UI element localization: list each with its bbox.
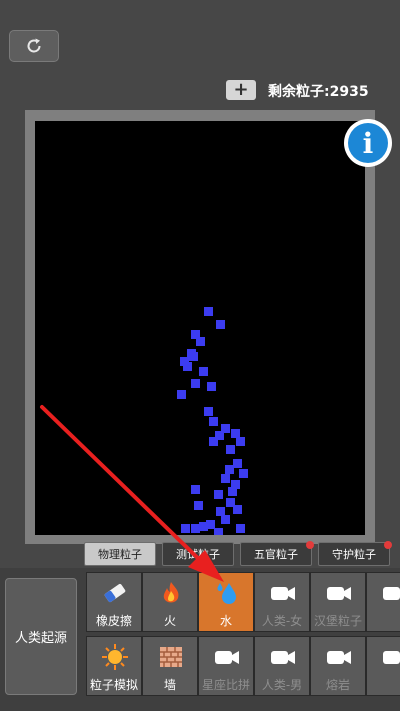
water-particle [216,507,225,516]
water-particle [225,465,234,474]
water-particle [207,382,216,391]
item-human-female[interactable]: 人类-女 [254,572,310,632]
item-label: 粒子模拟 [89,678,138,692]
water-particle [214,490,223,499]
item-label: 汉堡粒子 [313,614,362,628]
water-particle [221,515,230,524]
spark-icon [101,643,129,671]
water-particle [177,390,186,399]
item-label: 墙 [163,678,176,692]
brick-wall-icon [157,643,185,671]
item-human-male[interactable]: 人类-男 [254,636,310,696]
water-particle [191,524,200,533]
tab-test-particles[interactable]: 测试粒子 [162,542,234,566]
item-partial-overflow[interactable] [366,636,400,696]
video-icon [381,643,400,671]
water-particle [236,524,245,533]
item-lava[interactable]: 熔岩 [310,636,366,696]
video-icon [269,643,297,671]
tab-facial-particles[interactable]: 五官粒子 [240,541,314,566]
water-particle [216,320,225,329]
item-label: 熔岩 [325,678,350,692]
tab-guardian-particles[interactable]: 守护粒子 [318,541,392,566]
water-particle [209,437,218,446]
human-origin-label: 人类起源 [14,631,67,646]
water-particle [233,459,242,468]
item-label: 人类-男 [261,678,303,692]
info-icon: i [348,123,388,163]
water-particle [228,487,237,496]
item-label: 水 [219,614,232,628]
item-fire[interactable]: 火 [142,572,198,632]
item-label: 人类-女 [261,614,303,628]
particle-item-grid: 橡皮擦 火 水 人类-女 汉堡粒子 粒子模拟 墙 星座比拼 人类-男 熔岩 [84,570,400,705]
water-particle [231,429,240,438]
water-particle [194,501,203,510]
item-particle-simulation[interactable]: 粒子模拟 [86,636,142,696]
tab-label: 物理粒子 [98,548,142,561]
video-icon [325,643,353,671]
item-water[interactable]: 水 [198,572,254,632]
item-eraser[interactable]: 橡皮擦 [86,572,142,632]
water-particle [209,417,218,426]
fire-icon [157,579,185,607]
item-label: 星座比拼 [201,678,250,692]
item-label: 橡皮擦 [95,614,132,628]
refresh-icon [27,38,41,53]
info-button[interactable]: i [344,119,392,167]
water-particle [239,469,248,478]
water-particle [181,524,190,533]
video-icon [269,579,297,607]
water-particle [191,379,200,388]
item-partial-overflow[interactable] [366,572,400,632]
eraser-icon [101,579,129,607]
item-constellation-contest[interactable]: 星座比拼 [198,636,254,696]
tab-label: 守护粒子 [332,548,376,561]
water-particle [191,485,200,494]
water-particle [196,337,205,346]
notification-badge [384,541,392,549]
item-wall[interactable]: 墙 [142,636,198,696]
sandbox-canvas[interactable] [35,121,365,535]
water-particle [189,352,198,361]
water-particle [226,445,235,454]
remaining-particles-counter: 剩余粒子:2935 [268,84,369,100]
tab-label: 五官粒子 [254,548,298,561]
water-particle [204,407,213,416]
water-drop-icon [213,579,241,607]
video-icon [381,579,400,607]
item-burger-particles[interactable]: 汉堡粒子 [310,572,366,632]
category-tabs: 物理粒子 测试粒子 五官粒子 守护粒子 [82,541,400,568]
item-label: 火 [163,614,176,628]
water-particle [199,522,208,531]
tab-label: 测试粒子 [176,548,220,561]
notification-badge [306,541,314,549]
video-icon [325,579,353,607]
tab-physics-particles[interactable]: 物理粒子 [84,542,156,566]
water-particle [183,362,192,371]
water-particle [204,307,213,316]
water-particle [214,528,223,535]
water-particle [199,367,208,376]
add-particles-button[interactable]: + [226,80,256,100]
human-origin-button[interactable]: 人类起源 [5,578,77,695]
reset-button[interactable] [9,30,59,62]
video-icon [213,643,241,671]
water-particle [221,474,230,483]
water-particle [233,505,242,514]
particle-layer [177,307,248,535]
water-particle [236,437,245,446]
